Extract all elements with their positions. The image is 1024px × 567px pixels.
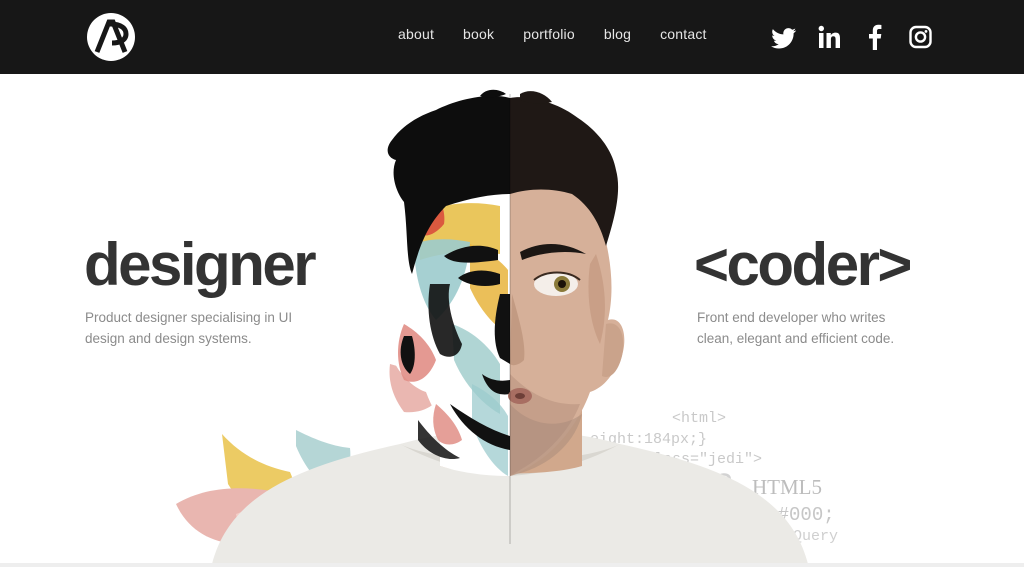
facebook-icon[interactable] xyxy=(867,23,882,51)
nav-portfolio[interactable]: portfolio xyxy=(523,26,575,42)
coder-desc-line2: clean, elegant and efficient code. xyxy=(697,331,895,346)
ap-logo-icon[interactable] xyxy=(86,12,136,62)
designer-desc-line2: design and design systems. xyxy=(85,331,252,346)
nav-about[interactable]: about xyxy=(398,26,434,42)
instagram-icon[interactable] xyxy=(909,23,932,51)
nav-book[interactable]: book xyxy=(463,26,494,42)
designer-description: Product designer specialising in UI desi… xyxy=(85,307,335,349)
nav-blog[interactable]: blog xyxy=(604,26,631,42)
coder-desc-line1: Front end developer who writes xyxy=(697,310,886,325)
nav-links: about book portfolio blog contact xyxy=(398,26,736,42)
nav-contact[interactable]: contact xyxy=(660,26,707,42)
hero-section: <html> eight:184px;} class="jedi"> SS3 H… xyxy=(0,74,1024,564)
linkedin-icon[interactable] xyxy=(818,23,841,51)
designer-desc-line1: Product designer specialising in UI xyxy=(85,310,293,325)
hero-bottom-divider xyxy=(0,563,1024,567)
top-nav: about book portfolio blog contact xyxy=(0,0,1024,74)
coder-description: Front end developer who writes clean, el… xyxy=(697,307,947,349)
twitter-icon[interactable] xyxy=(771,23,797,51)
coder-title: <coder> xyxy=(694,231,912,298)
designer-title: designer xyxy=(84,231,317,298)
